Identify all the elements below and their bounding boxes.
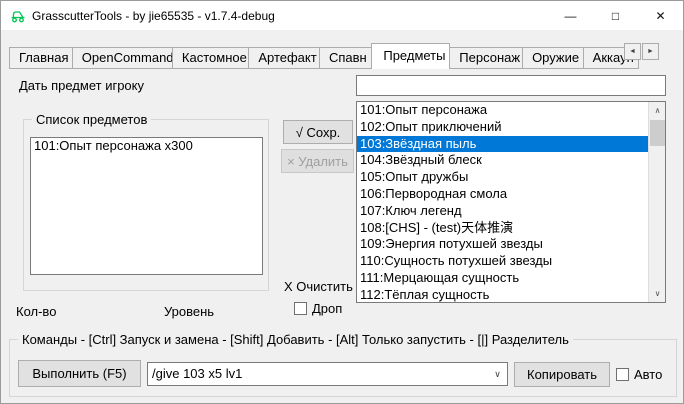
item-list-scrollbar[interactable]: ∧ ∨ bbox=[648, 102, 665, 302]
run-button[interactable]: Выполнить (F5) bbox=[18, 360, 141, 387]
chevron-down-icon[interactable]: ∨ bbox=[488, 363, 507, 385]
item-list-row[interactable]: 112:Тёплая сущность bbox=[357, 287, 648, 303]
app-logo-icon bbox=[10, 8, 26, 24]
arrow-left-icon: ◄ bbox=[629, 48, 636, 55]
minimize-button[interactable]: — bbox=[548, 1, 593, 30]
arrow-right-icon: ► bbox=[647, 48, 654, 55]
item-list-row[interactable]: 104:Звёздный блеск bbox=[357, 152, 648, 169]
title-bar: GrasscutterTools - by jie65535 - v1.7.4-… bbox=[1, 1, 683, 31]
item-list-row[interactable]: 105:Опыт дружбы bbox=[357, 169, 648, 186]
maximize-icon: □ bbox=[612, 9, 619, 23]
minimize-icon: — bbox=[565, 9, 577, 23]
delete-button[interactable]: × Удалить bbox=[281, 149, 354, 173]
scroll-up-icon[interactable]: ∧ bbox=[649, 102, 666, 119]
close-button[interactable]: ✕ bbox=[638, 1, 683, 30]
tab-item[interactable]: Артефакт bbox=[248, 47, 320, 69]
copy-button[interactable]: Копировать bbox=[514, 362, 610, 387]
saved-items-listbox[interactable]: 101:Опыт персонажа x300 bbox=[30, 137, 263, 275]
item-list-rows: 101:Опыт персонажа102:Опыт приключений10… bbox=[357, 102, 665, 303]
saved-items-group-title: Список предметов bbox=[32, 112, 151, 127]
tab-item[interactable]: OpenCommand bbox=[72, 47, 173, 69]
item-search-input[interactable] bbox=[356, 75, 666, 96]
item-list-row[interactable]: 111:Мерцающая сущность bbox=[357, 270, 648, 287]
item-list-row[interactable]: 103:Звёздная пыль bbox=[357, 136, 665, 153]
drop-checkbox[interactable]: Дроп bbox=[294, 301, 342, 316]
app-window: GrasscutterTools - by jie65535 - v1.7.4-… bbox=[0, 0, 684, 404]
saved-items-rows: 101:Опыт персонажа x300 bbox=[31, 138, 262, 155]
saved-items-group: Список предметов 101:Опыт персонажа x300 bbox=[23, 119, 269, 291]
item-list-row[interactable]: 101:Опыт персонажа bbox=[357, 102, 648, 119]
tab-scroll-buttons: ◄ ► bbox=[623, 43, 659, 60]
maximize-button[interactable]: □ bbox=[593, 1, 638, 30]
tab-item[interactable]: Главная bbox=[9, 47, 73, 69]
close-icon: ✕ bbox=[655, 9, 665, 23]
tab-item[interactable]: Персонаж bbox=[449, 47, 523, 69]
scrollbar-thumb[interactable] bbox=[650, 120, 665, 146]
clear-button[interactable]: X Очистить bbox=[284, 279, 353, 294]
item-listbox[interactable]: 101:Опыт персонажа102:Опыт приключений10… bbox=[356, 101, 666, 303]
saved-item-row[interactable]: 101:Опыт персонажа x300 bbox=[31, 138, 262, 155]
give-item-header-label: Дать предмет игроку bbox=[19, 78, 144, 93]
save-button[interactable]: √ Сохр. bbox=[283, 120, 353, 144]
tab-item[interactable]: Оружие bbox=[522, 47, 584, 69]
item-list-row[interactable]: 107:Ключ легенд bbox=[357, 203, 648, 220]
tab-item[interactable]: Предметы bbox=[371, 43, 450, 69]
commands-group-title: Команды - [Ctrl] Запуск и замена - [Shif… bbox=[18, 332, 573, 347]
scroll-down-icon[interactable]: ∨ bbox=[649, 285, 666, 302]
tab-scroll-right-button[interactable]: ► bbox=[642, 43, 659, 60]
item-list-row[interactable]: 106:Первородная смола bbox=[357, 186, 648, 203]
tab-scroll-left-button[interactable]: ◄ bbox=[624, 43, 641, 60]
item-list-row[interactable]: 109:Энергия потухшей звезды bbox=[357, 236, 648, 253]
count-label: Кол-во bbox=[16, 304, 56, 319]
item-list-row[interactable]: 110:Сущность потухшей звезды bbox=[357, 253, 648, 270]
tab-strip: ГлавнаяOpenCommandКастомноеАртефактСпавн… bbox=[10, 43, 639, 69]
item-list-row[interactable]: 108:[CHS] - (test)天体推演 bbox=[357, 220, 648, 237]
level-label: Уровень bbox=[164, 304, 214, 319]
auto-checkbox[interactable]: Авто bbox=[616, 367, 662, 382]
checkbox-box-icon bbox=[294, 302, 307, 315]
window-controls: — □ ✕ bbox=[548, 1, 683, 30]
item-list-row[interactable]: 102:Опыт приключений bbox=[357, 119, 648, 136]
checkbox-box-icon bbox=[616, 368, 629, 381]
tab-item[interactable]: Спавн bbox=[319, 47, 372, 69]
command-combobox[interactable]: /give 103 x5 lv1 ∨ bbox=[147, 362, 508, 386]
command-text: /give 103 x5 lv1 bbox=[152, 366, 242, 381]
commands-group: Команды - [Ctrl] Запуск и замена - [Shif… bbox=[9, 339, 677, 397]
auto-checkbox-label: Авто bbox=[634, 367, 662, 382]
window-title: GrasscutterTools - by jie65535 - v1.7.4-… bbox=[32, 9, 275, 23]
tab-item[interactable]: Кастомное bbox=[172, 47, 249, 69]
drop-checkbox-label: Дроп bbox=[312, 301, 342, 316]
